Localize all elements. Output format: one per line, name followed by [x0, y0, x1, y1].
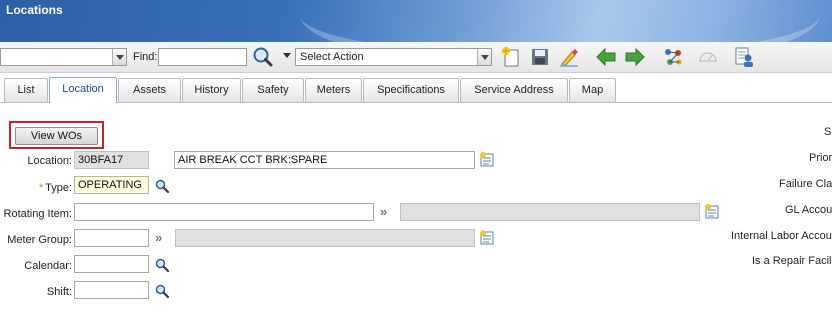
shift-field[interactable] [74, 281, 149, 299]
next-record-icon[interactable] [624, 46, 646, 68]
calendar-field[interactable] [74, 255, 149, 273]
title-bar-decoration [300, 0, 820, 42]
type-field[interactable]: OPERATING [74, 176, 149, 194]
right-label-status: S [824, 126, 832, 138]
location-field[interactable]: 30BFA17 [74, 151, 149, 169]
chevron-down-icon[interactable] [283, 53, 291, 58]
tab-assets[interactable]: Assets [118, 78, 181, 102]
tab-location[interactable]: Location [49, 77, 117, 103]
save-icon[interactable] [529, 46, 551, 68]
go-to-icon[interactable]: » [155, 230, 162, 245]
location-description-field[interactable]: AIR BREAK CCT BRK:SPARE [174, 151, 475, 169]
tab-safety[interactable]: Safety [242, 78, 304, 102]
tab-history[interactable]: History [182, 78, 241, 102]
right-label-priority: Prior [809, 152, 832, 164]
title-bar: Locations [0, 0, 832, 42]
meter-group-field[interactable] [74, 229, 149, 247]
display-status-icon[interactable] [697, 46, 719, 68]
select-action-dropdown[interactable]: Select Action [295, 48, 492, 66]
clear-changes-icon[interactable] [558, 46, 580, 68]
rotating-item-description [400, 203, 700, 221]
view-history-icon[interactable] [733, 46, 755, 68]
select-action-value: Select Action [300, 51, 364, 63]
query-select[interactable] [0, 48, 127, 66]
meter-group-description [175, 229, 475, 247]
previous-record-icon[interactable] [595, 46, 617, 68]
view-wos-button[interactable]: View WOs [15, 127, 98, 145]
go-to-icon[interactable]: » [380, 204, 387, 219]
search-icon[interactable] [155, 179, 169, 193]
meter-group-label: Meter Group: [7, 234, 72, 246]
search-icon[interactable] [155, 258, 169, 272]
search-icon[interactable] [155, 284, 169, 298]
tab-map[interactable]: Map [569, 78, 616, 102]
tab-list[interactable]: List [4, 78, 48, 102]
right-label-repair-facility: Is a Repair Facili [752, 255, 832, 267]
app-title: Locations [6, 3, 63, 17]
search-icon[interactable] [252, 46, 274, 68]
detail-menu-icon[interactable] [704, 204, 721, 220]
required-marker: * [38, 182, 44, 194]
route-workflow-icon[interactable] [662, 46, 684, 68]
right-label-gl-account: GL Accou [785, 204, 832, 216]
chevron-down-icon[interactable] [112, 49, 126, 65]
find-input[interactable] [158, 48, 247, 66]
new-record-icon[interactable] [500, 46, 522, 68]
detail-menu-icon[interactable] [479, 230, 496, 246]
shift-label: Shift: [46, 286, 72, 298]
detail-menu-icon[interactable] [479, 152, 496, 168]
rotating-item-label: Rotating Item: [3, 208, 72, 220]
type-label: * Type: [38, 182, 72, 194]
rotating-item-field[interactable] [74, 203, 374, 221]
tab-specifications[interactable]: Specifications [363, 78, 459, 102]
right-label-failure-class: Failure Clas [779, 178, 832, 190]
tab-meters[interactable]: Meters [305, 78, 362, 102]
right-label-internal-labor-account: Internal Labor Accou [731, 230, 832, 242]
find-label: Find: [133, 51, 158, 63]
location-label: Location: [27, 155, 72, 167]
tab-service-address[interactable]: Service Address [460, 78, 568, 102]
calendar-label: Calendar: [24, 260, 72, 272]
chevron-down-icon[interactable] [477, 49, 491, 65]
